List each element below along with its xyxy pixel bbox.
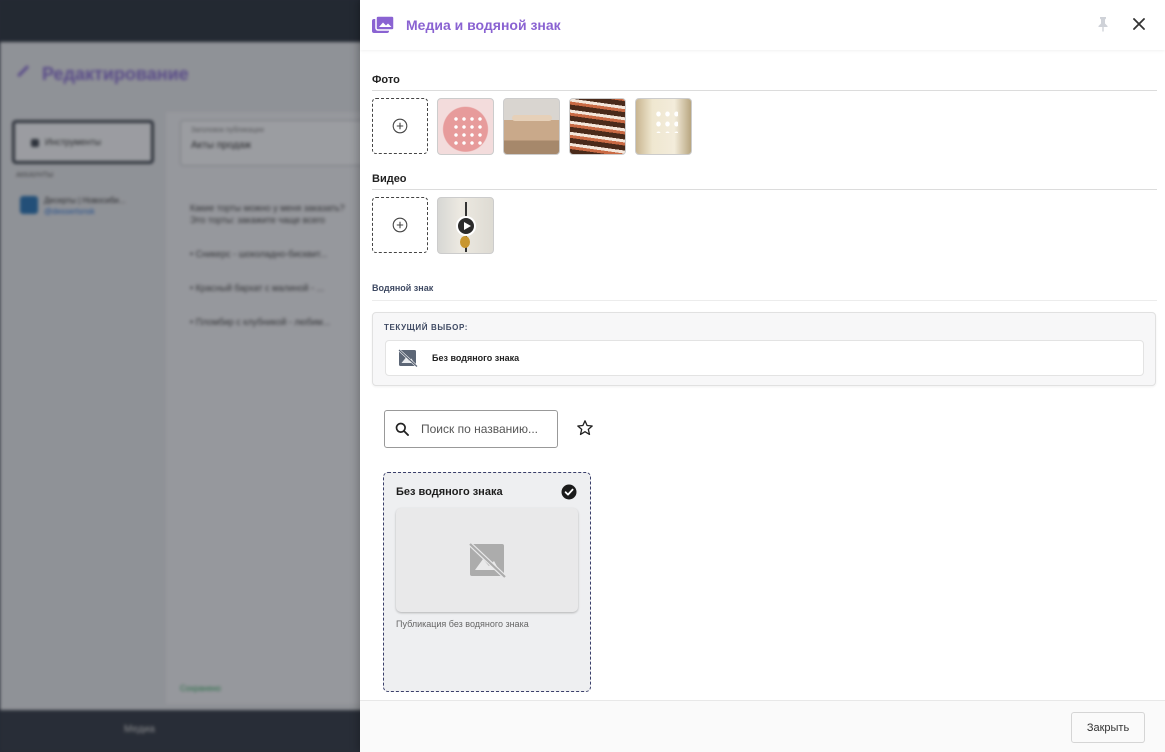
photo-decoration (654, 109, 678, 133)
photo-thumbnail[interactable] (437, 98, 494, 155)
video-thumbnail[interactable] (437, 197, 494, 254)
current-selection-card: Без водяного знака (385, 340, 1144, 376)
photo-decoration (512, 115, 552, 121)
play-icon (456, 216, 476, 236)
watermark-option-description: Публикация без водяного знака (396, 619, 529, 629)
photo-thumbnail[interactable] (503, 98, 560, 155)
photo-thumbnail[interactable] (569, 98, 626, 155)
divider (372, 300, 1157, 301)
current-selection-name: Без водяного знака (432, 353, 520, 363)
drawer-body: Фото Видео Водяной знак ТЕКУЩИЙ ВЫБОР: Б… (360, 50, 1165, 700)
watermark-search[interactable] (384, 410, 558, 448)
divider (372, 189, 1157, 190)
current-selection-panel: ТЕКУЩИЙ ВЫБОР: Без водяного знака (372, 312, 1156, 386)
drawer-footer: Закрыть (360, 700, 1165, 752)
photo-section-label: Фото (372, 74, 400, 86)
photo-decoration (452, 115, 482, 145)
watermark-section-label: Водяной знак (372, 283, 434, 293)
close-icon[interactable] (1129, 14, 1149, 34)
search-icon (395, 422, 409, 436)
add-photo-button[interactable] (372, 98, 428, 154)
plus-circle-icon (392, 118, 408, 134)
watermark-preview (396, 508, 578, 612)
no-image-icon (468, 542, 506, 578)
no-image-icon (398, 349, 418, 367)
check-circle-icon (561, 484, 577, 500)
plus-circle-icon (392, 217, 408, 233)
watermark-option-title: Без водяного знака (396, 486, 503, 498)
star-icon[interactable] (576, 419, 594, 437)
drawer-title: Медиа и водяной знак (406, 17, 561, 33)
video-decoration (460, 236, 470, 248)
close-button[interactable]: Закрыть (1071, 712, 1145, 743)
search-input[interactable] (421, 422, 549, 436)
divider (372, 90, 1157, 91)
add-video-button[interactable] (372, 197, 428, 253)
watermark-option-card[interactable]: Без водяного знака Публикация без водяно… (383, 472, 591, 692)
current-selection-title: ТЕКУЩИЙ ВЫБОР: (384, 323, 469, 332)
drawer-header: Медиа и водяной знак (360, 0, 1165, 50)
photo-thumbnail[interactable] (635, 98, 692, 155)
pin-icon[interactable] (1094, 15, 1112, 33)
image-gallery-icon (372, 16, 394, 33)
media-watermark-drawer: Медиа и водяной знак Фото Видео Водяной … (360, 0, 1165, 752)
video-section-label: Видео (372, 173, 407, 185)
